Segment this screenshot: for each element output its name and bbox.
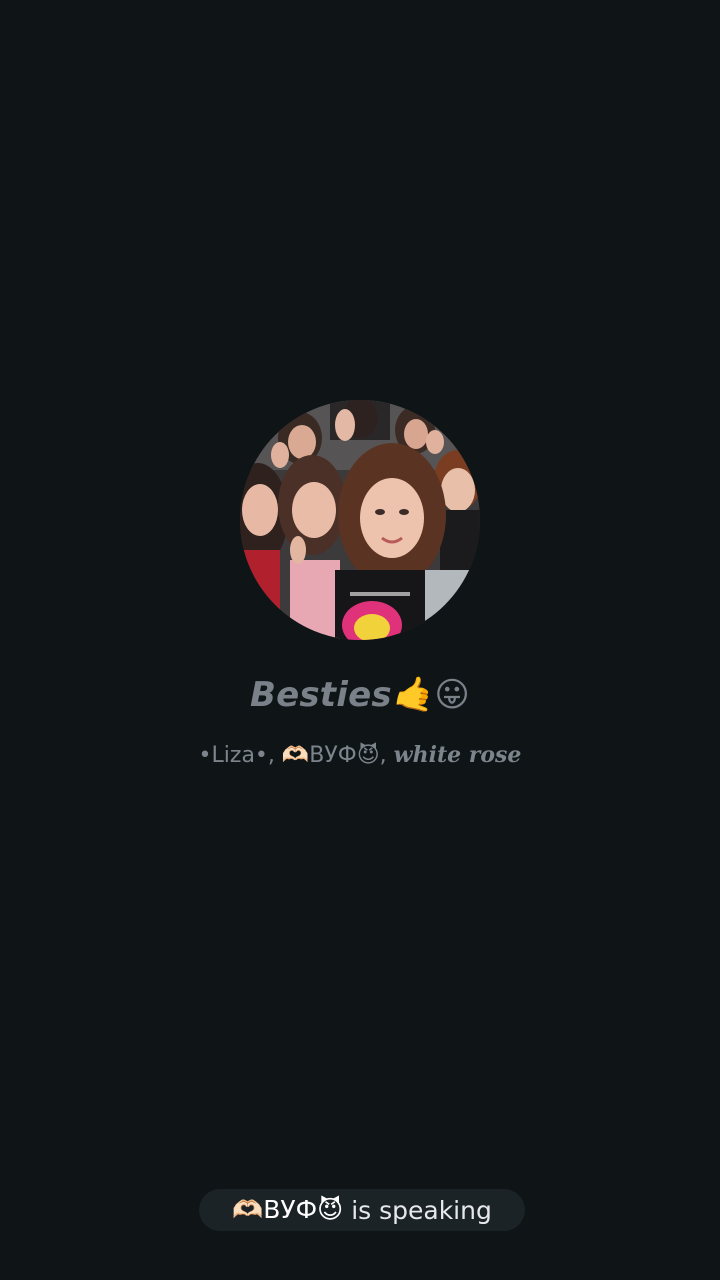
group-photo (240, 400, 480, 640)
participant-liza: •Liza• (198, 743, 268, 768)
participant-separator: , (267, 743, 282, 768)
group-avatar[interactable] (240, 400, 480, 640)
speaking-status-text: is speaking (343, 1195, 492, 1225)
speaking-indicator: 🫶🏻ВУФ😈 is speaking (199, 1189, 525, 1231)
participants-list: •Liza•, 🫶🏻ВУФ😈, white rose (0, 742, 720, 768)
speaker-name: 🫶🏻ВУФ😈 (232, 1195, 344, 1224)
participant-vuf: 🫶🏻ВУФ😈 (281, 743, 380, 768)
group-title: Besties🤙😛 (250, 675, 470, 715)
voice-chat-screen: Besties🤙😛 •Liza•, 🫶🏻ВУФ😈, white rose 🫶🏻В… (0, 0, 720, 1280)
participant-white-rose: white rose (393, 742, 522, 768)
participant-separator: , (379, 743, 394, 768)
